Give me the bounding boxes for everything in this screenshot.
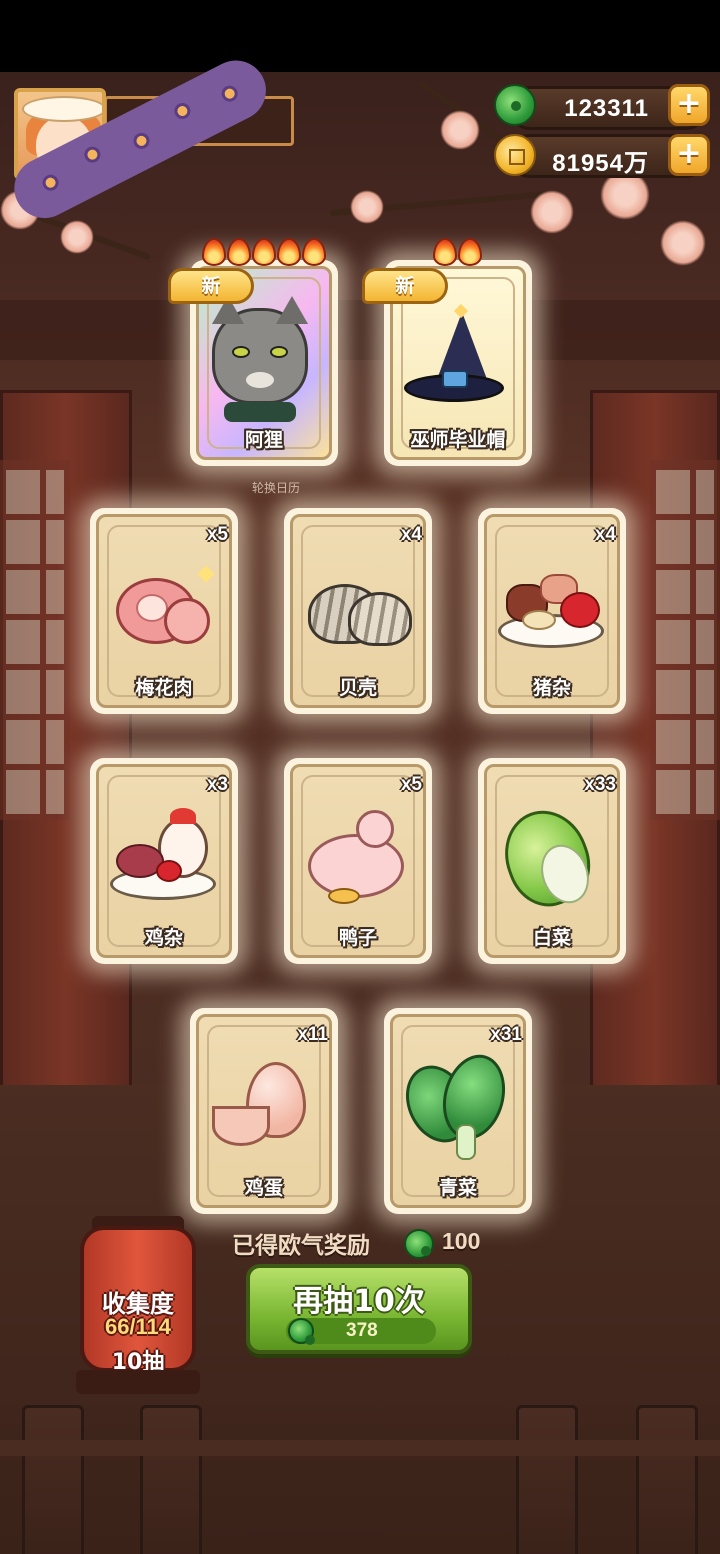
- card-name: 阿狸: [244, 429, 283, 451]
- card-name: 贝壳: [338, 677, 377, 699]
- card-name: 青菜: [438, 1177, 477, 1199]
- card-name: 梅花肉: [135, 677, 193, 699]
- cabbage-icon: [492, 798, 612, 918]
- greens-icon: [393, 1047, 518, 1164]
- flame-icon: [433, 238, 457, 266]
- card-count: x5: [400, 774, 422, 795]
- collection-lantern-button[interactable]: 收集度 66/114 10抽: [80, 1226, 196, 1375]
- add-jade-button[interactable]: +: [668, 84, 710, 126]
- card-count: x31: [490, 1024, 522, 1045]
- jade-amount: 123311: [564, 95, 649, 122]
- pork-offal-icon: [492, 554, 612, 664]
- duck-icon: [298, 804, 418, 914]
- card-count: x4: [594, 524, 616, 545]
- card-name: 鸭子: [338, 927, 377, 949]
- lantern-base: [76, 1370, 200, 1394]
- pork-icon: [104, 554, 224, 664]
- egg-icon: [204, 1054, 324, 1164]
- rarity-flames: [202, 238, 326, 266]
- card-name: 鸡蛋: [244, 1177, 283, 1199]
- draw-again-button[interactable]: 再抽10次 378: [246, 1264, 472, 1354]
- card-count: x33: [584, 774, 616, 795]
- calendar-label: 轮换日历: [251, 481, 300, 495]
- jade-icon: [288, 1318, 315, 1345]
- card-count: x5: [206, 524, 228, 545]
- shell-icon: [298, 554, 418, 664]
- item-card[interactable]: x4 猪杂: [478, 508, 626, 714]
- item-card[interactable]: x11 鸡蛋: [190, 1008, 338, 1214]
- draw-again-label: 再抽10次: [293, 1284, 425, 1319]
- reward-label: 已得欧气奖励: [232, 1233, 370, 1259]
- new-badge: 新: [362, 268, 448, 304]
- coin-amount: 81954万: [552, 150, 649, 177]
- flame-icon: [277, 238, 301, 266]
- item-card[interactable]: x4 贝壳: [284, 508, 432, 714]
- jade-icon: [404, 1229, 434, 1259]
- collection-progress: 66/114: [104, 1314, 172, 1339]
- flame-icon: [458, 238, 482, 266]
- card-count: x4: [400, 524, 422, 545]
- card-name: 猪杂: [532, 677, 571, 699]
- item-card[interactable]: x3 鸡杂: [90, 758, 238, 964]
- rarity-flames: [433, 238, 482, 266]
- wizard-hat-icon: [398, 303, 518, 416]
- game-screen: 轮换日历 123311 + 81954万 + 阿狸 新巫师毕业帽 新 x5 梅花肉 x4 贝…: [0, 0, 720, 1554]
- flame-icon: [252, 238, 276, 266]
- card-name: 巫师毕业帽: [410, 429, 506, 451]
- draw-cost-value: 378: [346, 1320, 378, 1341]
- flame-icon: [227, 238, 251, 266]
- coin-icon: [494, 134, 536, 176]
- item-card[interactable]: x5 鸭子: [284, 758, 432, 964]
- flame-icon: [202, 238, 226, 266]
- item-card[interactable]: x5 梅花肉: [90, 508, 238, 714]
- item-card[interactable]: x33 白菜: [478, 758, 626, 964]
- card-count: x3: [206, 774, 228, 795]
- item-card[interactable]: 阿狸 新: [168, 238, 338, 466]
- new-badge: 新: [168, 268, 254, 304]
- reward-value: 100: [442, 1228, 481, 1254]
- card-name: 鸡杂: [144, 927, 183, 949]
- item-card[interactable]: x31 青菜: [384, 1008, 532, 1214]
- item-card[interactable]: 巫师毕业帽 新: [362, 238, 532, 466]
- card-count: x11: [297, 1024, 328, 1045]
- cat-icon: [204, 296, 324, 422]
- card-name: 白菜: [532, 927, 571, 949]
- jade-icon: [494, 84, 536, 126]
- add-coin-button[interactable]: +: [668, 134, 710, 176]
- chicken-offal-icon: [104, 804, 224, 914]
- flame-icon: [302, 238, 326, 266]
